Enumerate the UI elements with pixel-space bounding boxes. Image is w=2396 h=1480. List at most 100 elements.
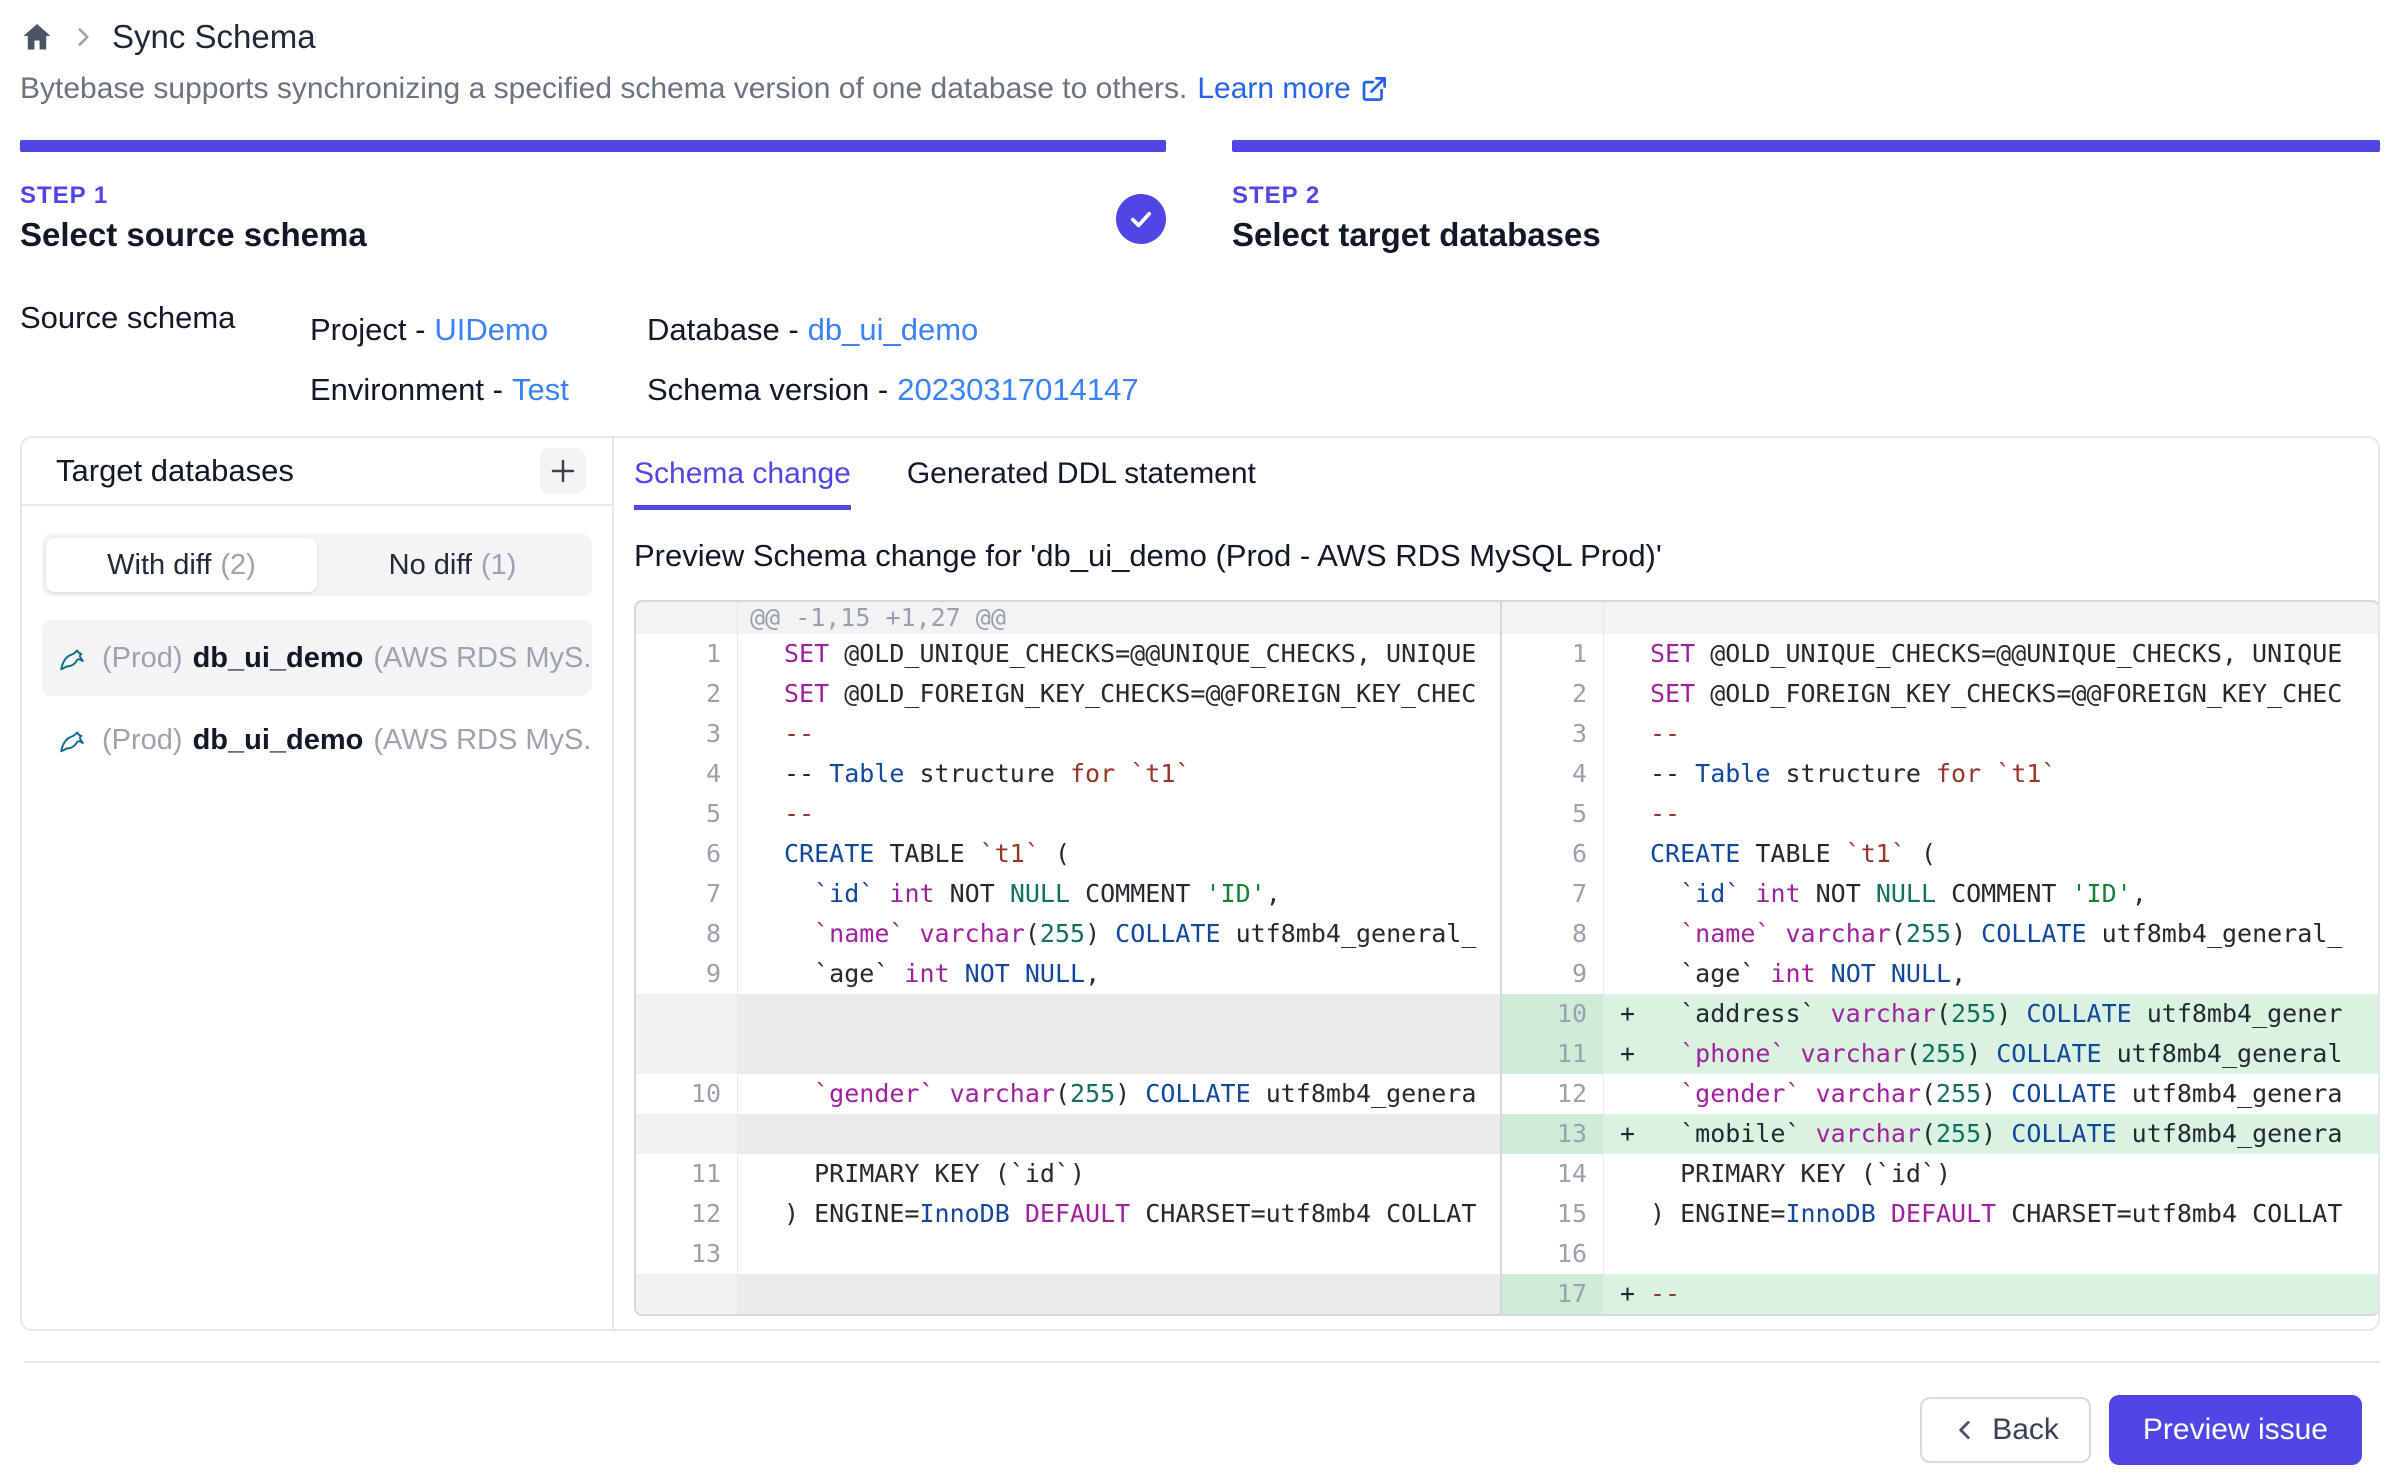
description-text: Bytebase supports synchronizing a specif…	[20, 72, 1187, 106]
main-card: Target databases With diff (2) No diff (…	[20, 436, 2380, 1331]
added-line-marker: +	[1620, 1034, 1635, 1074]
tab-with-diff-count: (2)	[220, 549, 255, 582]
database-list-item[interactable]: (Prod) db_ui_demo (AWS RDS MyS...	[42, 702, 592, 778]
tab-schema-change[interactable]: Schema change	[634, 457, 851, 510]
database-environment: (Prod)	[102, 724, 183, 757]
added-line-marker: +	[1620, 1274, 1635, 1314]
diff-code-row: 12 `gender` varchar(255) COLLATE utf8mb4…	[1502, 1074, 2378, 1114]
diff-spacer-row	[636, 1274, 1500, 1314]
code-line: + `address` varchar(255) COLLATE utf8mb4…	[1604, 994, 2378, 1034]
field-schema-version: Schema version - 20230317014147	[647, 360, 1139, 420]
step-1-title: Select source schema	[20, 216, 1166, 254]
diff-code-row: 13	[636, 1234, 1500, 1274]
diff-code-row: 6CREATE TABLE `t1` (	[1502, 834, 2378, 874]
diff-hunk-row: @@ -1,15 +1,27 @@	[636, 602, 1500, 634]
diff-code-row: 16	[1502, 1234, 2378, 1274]
code-line: SET @OLD_UNIQUE_CHECKS=@@UNIQUE_CHECKS, …	[1604, 634, 2378, 674]
code-line	[738, 1234, 1500, 1274]
diff-added-row: 11+ `phone` varchar(255) COLLATE utf8mb4…	[1502, 1034, 2378, 1074]
line-number: 1	[1502, 634, 1604, 674]
code-line: PRIMARY KEY (`id`)	[738, 1154, 1500, 1194]
line-number	[636, 1034, 738, 1074]
hunk-header-text: @@ -1,15 +1,27 @@	[750, 603, 1006, 632]
code-line	[738, 1034, 1500, 1074]
line-number: 13	[1502, 1114, 1604, 1154]
diff-spacer-row	[636, 994, 1500, 1034]
back-button[interactable]: Back	[1920, 1397, 2091, 1463]
learn-more-link[interactable]: Learn more	[1197, 72, 1388, 106]
tab-no-diff[interactable]: No diff (1)	[317, 538, 588, 592]
field-schema-version-value[interactable]: 20230317014147	[897, 372, 1138, 408]
field-database-value[interactable]: db_ui_demo	[808, 312, 979, 348]
code-line	[738, 994, 1500, 1034]
code-line: CREATE TABLE `t1` (	[738, 834, 1500, 874]
diff-code-row: 12) ENGINE=InnoDB DEFAULT CHARSET=utf8mb…	[636, 1194, 1500, 1234]
line-number: 6	[1502, 834, 1604, 874]
step-2-title: Select target databases	[1232, 216, 2380, 254]
field-environment-value[interactable]: Test	[512, 372, 569, 408]
breadcrumb: Sync Schema	[20, 14, 2380, 60]
target-database-list: (Prod) db_ui_demo (AWS RDS MyS... (Prod)…	[22, 620, 612, 778]
diff-code-row: 6CREATE TABLE `t1` (	[636, 834, 1500, 874]
step-2-progress-bar	[1232, 140, 2380, 152]
line-number: 2	[1502, 674, 1604, 714]
preview-issue-button[interactable]: Preview issue	[2109, 1395, 2362, 1465]
added-line-marker: +	[1620, 1114, 1635, 1154]
step-1: STEP 1 Select source schema	[20, 140, 1166, 254]
code-line: ) ENGINE=InnoDB DEFAULT CHARSET=utf8mb4 …	[1604, 1194, 2378, 1234]
tab-no-diff-count: (1)	[481, 549, 516, 582]
add-target-database-button[interactable]	[540, 448, 586, 494]
database-instance: (AWS RDS MyS...	[373, 642, 592, 675]
external-link-icon	[1359, 74, 1389, 104]
chevron-right-icon	[70, 24, 96, 50]
diff-code-row: 4-- Table structure for `t1`	[1502, 754, 2378, 794]
database-list-item[interactable]: (Prod) db_ui_demo (AWS RDS MyS...	[42, 620, 592, 696]
code-line: SET @OLD_FOREIGN_KEY_CHECKS=@@FOREIGN_KE…	[738, 674, 1500, 714]
code-line: PRIMARY KEY (`id`)	[1604, 1154, 2378, 1194]
home-icon[interactable]	[20, 20, 54, 54]
field-environment: Environment - Test	[310, 360, 647, 420]
diff-code-row: 5--	[636, 794, 1500, 834]
sync-schema-page: Sync Schema Bytebase supports synchroniz…	[0, 0, 2396, 1465]
line-number: 8	[636, 914, 738, 954]
diff-code-row: 9 `age` int NOT NULL,	[636, 954, 1500, 994]
code-line: CREATE TABLE `t1` (	[1604, 834, 2378, 874]
tab-generated-ddl[interactable]: Generated DDL statement	[907, 457, 1256, 510]
line-number	[636, 602, 738, 634]
field-database: Database - db_ui_demo	[647, 300, 1139, 360]
page-title: Sync Schema	[112, 18, 316, 56]
diff-code-row: 10 `gender` varchar(255) COLLATE utf8mb4…	[636, 1074, 1500, 1114]
line-number: 5	[1502, 794, 1604, 834]
line-number: 4	[636, 754, 738, 794]
stepper: STEP 1 Select source schema STEP 2 Selec…	[20, 140, 2380, 254]
diff-code-row: 7 `id` int NOT NULL COMMENT 'ID',	[636, 874, 1500, 914]
code-line: @@ -1,15 +1,27 @@	[738, 602, 1500, 634]
diff-code-row: 8 `name` varchar(255) COLLATE utf8mb4_ge…	[636, 914, 1500, 954]
line-number: 9	[1502, 954, 1604, 994]
diff-code-row: 8 `name` varchar(255) COLLATE utf8mb4_ge…	[1502, 914, 2378, 954]
diff-code-row: 11 PRIMARY KEY (`id`)	[636, 1154, 1500, 1194]
diff-code-row: 15) ENGINE=InnoDB DEFAULT CHARSET=utf8mb…	[1502, 1194, 2378, 1234]
diff-code-row: 5--	[1502, 794, 2378, 834]
diff-code-row: 14 PRIMARY KEY (`id`)	[1502, 1154, 2378, 1194]
step-1-label: STEP 1	[20, 182, 1166, 210]
code-line: `gender` varchar(255) COLLATE utf8mb4_ge…	[1604, 1074, 2378, 1114]
line-number: 9	[636, 954, 738, 994]
source-schema-label: Source schema	[20, 300, 310, 420]
back-button-label: Back	[1992, 1413, 2059, 1447]
line-number: 11	[636, 1154, 738, 1194]
line-number	[636, 1114, 738, 1154]
diff-pane-left: @@ -1,15 +1,27 @@1SET @OLD_UNIQUE_CHECKS…	[636, 602, 1502, 1314]
field-project-label: Project -	[310, 312, 425, 348]
diff-code-row: 1SET @OLD_UNIQUE_CHECKS=@@UNIQUE_CHECKS,…	[1502, 634, 2378, 674]
tab-with-diff[interactable]: With diff (2)	[46, 538, 317, 592]
field-environment-label: Environment -	[310, 372, 503, 408]
diff-code-row: 3--	[636, 714, 1500, 754]
code-line: `age` int NOT NULL,	[738, 954, 1500, 994]
chevron-left-icon	[1952, 1417, 1978, 1443]
diff-code-row: 9 `age` int NOT NULL,	[1502, 954, 2378, 994]
line-number: 11	[1502, 1034, 1604, 1074]
line-number	[1502, 602, 1604, 634]
field-project-value[interactable]: UIDemo	[434, 312, 548, 348]
line-number: 1	[636, 634, 738, 674]
